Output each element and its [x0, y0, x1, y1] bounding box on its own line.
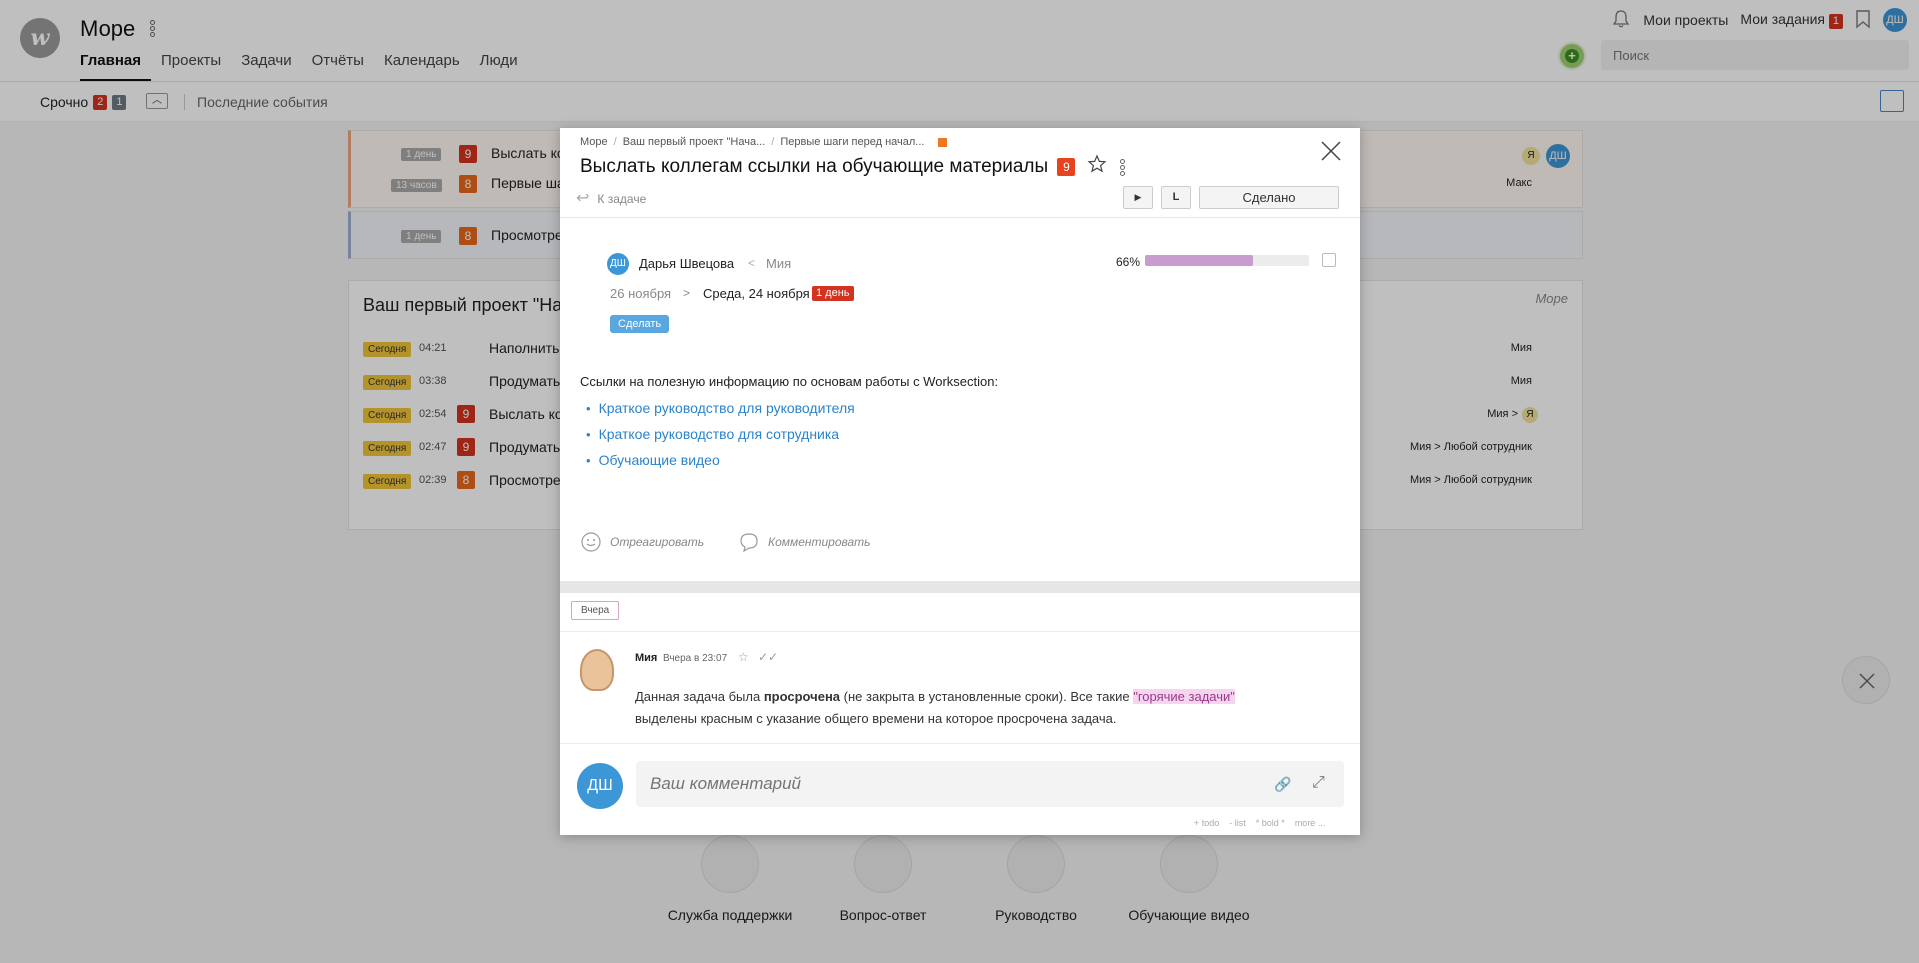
reply-arrow-icon: ↩	[576, 190, 590, 207]
back-to-task-label: К задаче	[597, 192, 647, 206]
day-separator: Вчера	[571, 601, 620, 620]
status-square-icon	[938, 137, 948, 147]
breadcrumb: Море / Ваш первый проект "Нача... / Перв…	[580, 136, 948, 148]
do-button[interactable]: Сделать	[610, 315, 670, 333]
bullet-icon: •	[586, 453, 591, 468]
progress-fill	[1145, 255, 1254, 266]
comment-text: выделены красным с указание общего време…	[635, 711, 1117, 726]
comment-text: (не закрыта в установленные сроки). Все …	[840, 689, 1134, 704]
speech-bubble-icon	[740, 533, 758, 553]
close-icon	[1321, 141, 1341, 161]
format-hint[interactable]: * bold *	[1256, 818, 1285, 828]
input-avatar: ДШ	[577, 763, 623, 809]
format-hint[interactable]: - list	[1229, 818, 1246, 828]
author-avatar: ДШ	[607, 253, 629, 275]
task-title: Выслать коллегам ссылки на обучающие мат…	[580, 154, 1126, 180]
clock-icon[interactable]	[1322, 253, 1336, 267]
comment-star-icon[interactable]: ☆	[738, 650, 749, 664]
play-timer-button[interactable]: ▶	[1123, 186, 1153, 209]
breadcrumb-item[interactable]: Море	[580, 136, 608, 148]
react-button[interactable]: Отреагировать	[580, 531, 704, 553]
link-training-videos[interactable]: Обучающие видео	[599, 452, 720, 468]
comment-text: Данная задача была	[635, 689, 764, 704]
breadcrumb-item[interactable]: Первые шаги перед начал...	[780, 136, 924, 148]
modal-close-button[interactable]	[1320, 140, 1342, 162]
star-icon[interactable]	[1087, 154, 1107, 180]
progress-bar[interactable]	[1145, 255, 1309, 266]
more-menu-icon[interactable]	[1118, 158, 1126, 177]
comment-highlight: "горячие задачи"	[1133, 689, 1235, 704]
comment-bold: просрочена	[763, 689, 841, 704]
format-hint[interactable]: + todo	[1194, 818, 1219, 828]
assignee-name[interactable]: Мия	[766, 256, 791, 271]
author-arrow: <	[748, 256, 756, 270]
task-title-text: Выслать коллегам ссылки на обучающие мат…	[580, 156, 1049, 178]
progress-label: 66%	[1116, 255, 1141, 269]
comment-input[interactable]	[636, 761, 1344, 807]
link-manager-guide[interactable]: Краткое руководство для руководителя	[599, 400, 855, 416]
comment-author[interactable]: Мия	[635, 652, 657, 664]
breadcrumb-item[interactable]: Ваш первый проект "Нача...	[623, 136, 766, 148]
link-employee-guide[interactable]: Краткое руководство для сотрудника	[599, 426, 840, 442]
task-description: Ссылки на полезную информацию по основам…	[580, 374, 999, 389]
divider	[560, 217, 1360, 218]
l-button[interactable]: L	[1161, 186, 1191, 209]
comment-label: Комментировать	[768, 535, 871, 549]
task-controls: ▶ L Сделано	[1123, 186, 1339, 209]
author-name[interactable]: Дарья Швецова	[639, 256, 734, 271]
date-arrow: >	[683, 286, 691, 300]
comment-time: Вчера в 23:07	[663, 653, 728, 664]
smile-icon	[581, 532, 601, 552]
task-modal: Море / Ваш первый проект "Нача... / Перв…	[560, 128, 1360, 835]
divider	[560, 631, 1360, 632]
comment-button[interactable]: Комментировать	[738, 531, 870, 553]
back-to-task-link[interactable]: ↩ К задаче	[576, 188, 646, 208]
overdue-badge: 1 день	[812, 286, 854, 301]
bullet-icon: •	[586, 427, 591, 442]
attach-link-icon[interactable]: 🔗	[1274, 776, 1291, 793]
double-check-icon: ✓✓	[758, 650, 779, 664]
comment-body: Данная задача была просрочена (не закрыт…	[635, 686, 1315, 730]
end-date[interactable]: Среда, 24 ноября	[703, 286, 810, 301]
expand-icon[interactable]: ⤢	[1312, 774, 1325, 792]
section-separator	[560, 581, 1360, 593]
start-date[interactable]: 26 ноября	[610, 286, 671, 301]
bullet-icon: •	[586, 401, 591, 416]
formatting-hints: + todo - list * bold * more ...	[1194, 818, 1325, 828]
done-button[interactable]: Сделано	[1199, 186, 1339, 209]
links-list: • Краткое руководство для руководителя • К…	[586, 400, 855, 468]
priority-badge[interactable]: 9	[1057, 158, 1076, 176]
react-label: Отреагировать	[610, 535, 705, 549]
format-hint[interactable]: more ...	[1295, 818, 1326, 828]
avatar	[580, 649, 614, 691]
